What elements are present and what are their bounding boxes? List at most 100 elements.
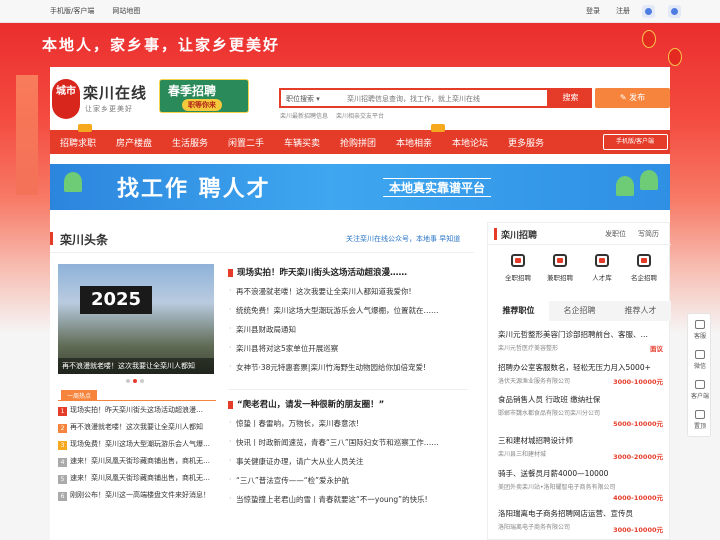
- job-item[interactable]: 栾川元哲整形美容门诊部招聘前台、客服、… 栾川元哲医疗美容整形 面议: [498, 329, 663, 353]
- user-icon[interactable]: [668, 5, 681, 18]
- wechat-button[interactable]: 微信: [688, 350, 712, 370]
- salary: 4000-10000元: [613, 494, 663, 502]
- nav-item-forum[interactable]: 本地论坛: [452, 136, 488, 149]
- talent-pool[interactable]: 人才库: [582, 254, 622, 282]
- carousel-dot[interactable]: [140, 379, 144, 383]
- recruit-title: 春季招聘: [168, 84, 217, 98]
- main-nav: 招聘求职 房产楼盘 生活服务 闲置二手 车辆买卖 抢购拼团 本地相亲 本地论坛 …: [50, 124, 670, 154]
- list-item[interactable]: 当惊蛰撞上老君山的雪丨青春就要这“不一young”的快乐!: [228, 494, 468, 513]
- site-logo[interactable]: 城市 栾川在线 让家乡更美好: [52, 79, 152, 119]
- ad-headline: 找工作 聘人才: [117, 177, 271, 202]
- login-link[interactable]: 登录: [586, 6, 600, 16]
- wechat-icon: [695, 350, 705, 359]
- clock-icon: [553, 254, 567, 267]
- list-item[interactable]: 统统免费！栾川这场大型潮玩游乐会人气爆棚，位置就在……: [228, 305, 468, 324]
- list-item[interactable]: 惊蛰丨春雷响，万物长，栾川春意浓!: [228, 418, 468, 437]
- headline-photo[interactable]: 2025 再不浪漫就老喽！这次我要让全栾川人都知: [58, 264, 214, 374]
- nav-item-life[interactable]: 生活服务: [172, 136, 208, 149]
- headlines-header: 栾川头条 关注栾川在线公众号，本地事 早知道: [50, 229, 474, 249]
- hot-badge-icon: [78, 124, 92, 132]
- client-app-button[interactable]: 客户端: [688, 380, 712, 400]
- logo-subtitle: 让家乡更美好: [85, 105, 133, 113]
- nav-item-housing[interactable]: 房产楼盘: [116, 136, 152, 149]
- building-icon: [637, 254, 651, 267]
- salary: 面议: [650, 345, 663, 353]
- carousel-dot[interactable]: [133, 379, 137, 383]
- lantern-decoration: [642, 30, 656, 48]
- tab-recommended-talent[interactable]: 推荐人才: [610, 301, 671, 321]
- carousel-dot[interactable]: [126, 379, 130, 383]
- divider: [50, 252, 474, 253]
- job-item[interactable]: 食品销售人员 行政班 缴纳社保 邯郸市魏水都食品有限公司栾川分公司 5000-1…: [498, 394, 663, 428]
- job-category-icons: 全职招聘 兼职招聘 人才库 名企招聘: [488, 254, 671, 294]
- parttime-jobs[interactable]: 兼职招聘: [540, 254, 580, 282]
- search-button[interactable]: 搜索: [549, 88, 592, 108]
- list-item[interactable]: 6 刚刚公布！栾川这一高端楼盘文件来好消息！: [58, 490, 216, 507]
- recruit-sub: 职等你来: [182, 99, 222, 111]
- top-bar: 手机版/客户端 网站地图 登录 注册: [0, 0, 720, 23]
- job-item[interactable]: 三和建材城招聘设计师 栾川县三和建材城 3000-20000元: [498, 435, 663, 461]
- lantern-decoration: [668, 48, 682, 66]
- search-input[interactable]: [347, 92, 542, 106]
- job-item[interactable]: 骑手、送餐员月薪4000—10000 美团外卖栾川站•洛阳耀智电子商务有限公司 …: [498, 468, 663, 502]
- salary: 3000-20000元: [613, 453, 663, 461]
- mobile-client-link[interactable]: 手机版/客户端: [50, 6, 94, 16]
- jobs-panel: 栾川招聘 发职位 写简历 全职招聘 兼职招聘 人才库 名企招聘 推荐职位 名企招…: [487, 222, 671, 540]
- search-type-select[interactable]: 职位搜索 ▾: [286, 94, 320, 104]
- post-job-link[interactable]: 发职位: [605, 229, 626, 239]
- phone-icon: [695, 380, 705, 389]
- nav-item-dating[interactable]: 本地相亲: [396, 136, 432, 149]
- sitemap-link[interactable]: 网站地图: [112, 6, 140, 16]
- list-item[interactable]: 5 速来！栾川凤凰天街珍藏商铺出售，商机无…: [58, 473, 216, 490]
- customer-service-button[interactable]: 客服: [688, 320, 712, 340]
- list-item[interactable]: 4 速来！栾川凤凰天街珍藏商铺出售，商机无…: [58, 456, 216, 473]
- jobs-title: 栾川招聘: [501, 231, 538, 241]
- job-item[interactable]: 招聘办公室客服数名，轻松无压力月入5000+ 洛伏天源渔业服务有限公司 3000…: [498, 362, 663, 386]
- fulltime-jobs[interactable]: 全职招聘: [498, 254, 538, 282]
- list-item[interactable]: 2 再不浪漫就老喽！这次我要让全栾川人都知: [58, 422, 216, 439]
- job-ad-banner[interactable]: 找工作 聘人才 本地真实靠谱平台: [50, 164, 670, 210]
- job-item[interactable]: 洛阳瑞离电子商务招聘网店运营、宣传员 洛阳瑞离电子商务有限公司 3000-100…: [498, 508, 663, 534]
- list-item[interactable]: 栾川县财政局通知: [228, 324, 468, 343]
- nav-item-secondhand[interactable]: 闲置二手: [228, 136, 264, 149]
- list-item[interactable]: 事关健康证办理，请广大从业人员关注: [228, 456, 468, 475]
- nav-item-jobs[interactable]: 招聘求职: [60, 136, 96, 149]
- floating-toolbar: 客服 微信 客户端 置顶: [687, 313, 711, 437]
- list-item[interactable]: “三八”普法宣传——“检”爱永护航: [228, 475, 468, 494]
- banner-slogan: 本地人，家乡事，让家乡更美好: [42, 36, 281, 54]
- news-headline[interactable]: “爬老君山，请发一种很新的朋友圈！”: [228, 398, 384, 410]
- famous-company-jobs[interactable]: 名企招聘: [624, 254, 664, 282]
- nav-item-cars[interactable]: 车辆买卖: [284, 136, 320, 149]
- tree-decoration: [616, 176, 634, 196]
- headlines-title: 栾川头条: [60, 233, 109, 247]
- search-box: 职位搜索 ▾: [279, 88, 549, 108]
- nav-item-more[interactable]: 更多服务: [508, 136, 544, 149]
- briefcase-icon: [511, 254, 525, 267]
- list-item[interactable]: 快讯丨时政新闻速览，青春“三八”国际妇女节和巡察工作……: [228, 437, 468, 456]
- hot-link[interactable]: 栾川相亲交友平台: [336, 111, 384, 120]
- tree-decoration: [64, 172, 82, 192]
- back-to-top-button[interactable]: 置顶: [688, 410, 712, 430]
- nav-item-groupbuy[interactable]: 抢购拼团: [340, 136, 376, 149]
- salary: 3000-10000元: [613, 526, 663, 534]
- chat-icon[interactable]: [642, 5, 655, 18]
- tree-decoration: [640, 170, 658, 190]
- tab-recommended-jobs[interactable]: 推荐职位: [488, 301, 549, 321]
- hot-link[interactable]: 栾川最新招聘信息: [280, 111, 328, 120]
- mobile-client-button[interactable]: 手机版/客户端: [603, 134, 668, 150]
- follow-link[interactable]: 关注栾川在线公众号，本地事 早知道: [346, 234, 460, 244]
- register-link[interactable]: 注册: [616, 6, 630, 16]
- spring-recruit-badge[interactable]: 春季招聘 职等你来: [159, 79, 249, 113]
- carousel-dots: [126, 379, 144, 383]
- tab-famous-company[interactable]: 名企招聘: [549, 301, 610, 321]
- list-item[interactable]: 栾川县将对这5家单位开展巡察: [228, 343, 468, 362]
- write-resume-link[interactable]: 写简历: [638, 229, 659, 239]
- list-item[interactable]: 女神节·38元特惠套票|栾川竹海野生动物园给你加倍宠爱!: [228, 362, 468, 381]
- section-marker: [494, 228, 497, 240]
- list-item[interactable]: 再不浪漫就老喽！这次我要让全栾川人都知道我爱你!: [228, 286, 468, 305]
- news-headline[interactable]: 现场实拍！昨天栾川街头这场活动超浪漫……: [228, 266, 407, 278]
- publish-button[interactable]: ✎ 发布: [595, 88, 670, 108]
- photo-caption: 再不浪漫就老喽！这次我要让全栾川人都知: [58, 358, 214, 374]
- list-item[interactable]: 1 现场实拍！昨天栾川街头这场活动超浪漫…: [58, 405, 216, 422]
- list-item[interactable]: 3 现场免费！栾川这场大型潮玩游乐会人气爆…: [58, 439, 216, 456]
